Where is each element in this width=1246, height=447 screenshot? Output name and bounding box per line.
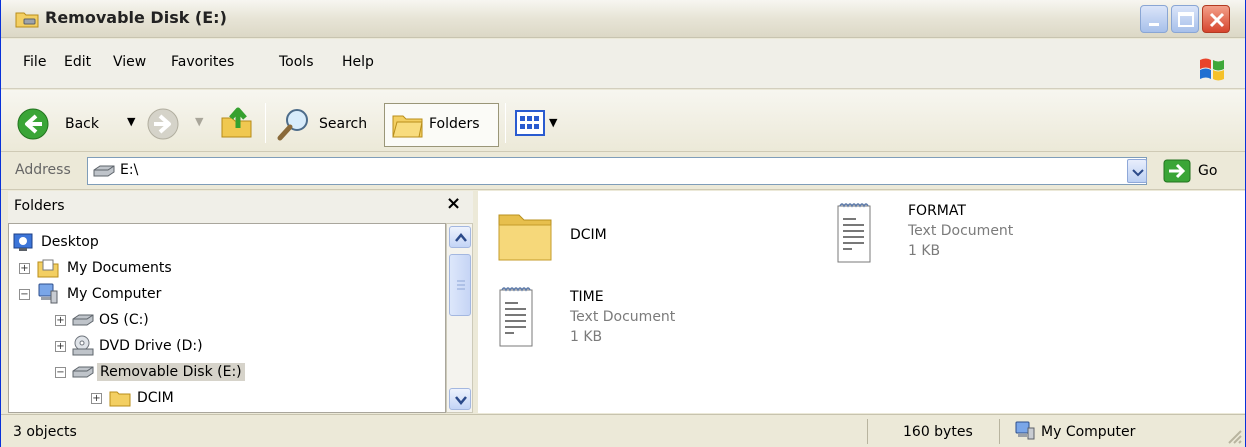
- status-bar: 3 objects 160 bytes My Computer: [1, 414, 1245, 447]
- file-name: FORMAT: [908, 203, 966, 219]
- folder-tree: Desktop + My Documents − My Computer + O…: [8, 223, 446, 413]
- file-name: TIME: [570, 289, 604, 305]
- explorer-window: Removable Disk (E:) File Edit View Favor…: [0, 0, 1246, 447]
- tree-label: OS (C:): [99, 312, 149, 328]
- dvd-drive-icon: [72, 335, 94, 356]
- scroll-thumb[interactable]: [449, 254, 471, 316]
- collapse-toggle[interactable]: −: [55, 367, 66, 378]
- drive-folder-icon: [15, 12, 39, 28]
- address-value: E:\: [120, 162, 139, 178]
- collapse-toggle[interactable]: −: [19, 289, 30, 300]
- status-location: My Computer: [1041, 424, 1136, 440]
- expand-toggle[interactable]: +: [55, 315, 66, 326]
- file-name: DCIM: [570, 227, 607, 243]
- text-document-icon: [499, 287, 533, 347]
- forward-dropdown-icon[interactable]: ▼: [195, 115, 203, 128]
- removable-drive-icon: [93, 165, 115, 177]
- menu-help[interactable]: Help: [342, 54, 374, 70]
- scroll-up-button[interactable]: [449, 226, 471, 248]
- go-button-label[interactable]: Go: [1198, 163, 1217, 179]
- desktop-icon: [13, 233, 33, 251]
- search-label: Search: [319, 116, 368, 132]
- file-item-time[interactable]: TIME Text Document 1 KB: [496, 285, 736, 355]
- folder-tree-scrollbar[interactable]: [446, 223, 473, 413]
- menu-tools[interactable]: Tools: [279, 54, 314, 70]
- address-label: Address: [15, 162, 71, 178]
- file-item-dcim[interactable]: DCIM: [496, 205, 696, 269]
- status-size: 160 bytes: [903, 424, 973, 440]
- folder-icon: [109, 391, 131, 407]
- file-item-format[interactable]: FORMAT Text Document 1 KB: [834, 201, 1074, 271]
- close-pane-icon[interactable]: ×: [446, 193, 461, 214]
- search-icon: [277, 109, 308, 141]
- tree-label: My Documents: [67, 260, 172, 276]
- menu-edit[interactable]: Edit: [64, 54, 91, 70]
- removable-drive-icon: [72, 366, 94, 378]
- back-arrow-icon: [17, 108, 49, 140]
- minimize-button[interactable]: [1140, 5, 1168, 33]
- menu-bar: File Edit View Favorites Tools Help: [1, 39, 1245, 89]
- file-type: Text Document: [570, 309, 676, 325]
- tree-label: My Computer: [67, 286, 162, 302]
- folders-label: Folders: [429, 116, 480, 132]
- address-bar: Address E:\ Go: [1, 152, 1245, 190]
- tree-label: Desktop: [41, 234, 99, 250]
- address-dropdown-button[interactable]: [1127, 159, 1147, 183]
- expand-toggle[interactable]: +: [55, 341, 66, 352]
- views-dropdown-icon[interactable]: ▼: [549, 116, 557, 129]
- hard-drive-icon: [72, 314, 94, 326]
- folders-button[interactable]: Folders: [384, 103, 499, 147]
- expand-toggle[interactable]: +: [91, 393, 102, 404]
- forward-button[interactable]: ▼: [147, 106, 207, 142]
- address-input[interactable]: E:\: [87, 157, 1147, 185]
- back-dropdown-icon[interactable]: ▼: [127, 115, 135, 128]
- resize-grip-icon[interactable]: [1225, 427, 1243, 445]
- file-size: 1 KB: [570, 329, 603, 345]
- status-object-count: 3 objects: [13, 424, 77, 440]
- window-title: Removable Disk (E:): [45, 8, 227, 27]
- text-document-icon: [837, 203, 871, 263]
- up-folder-icon[interactable]: [220, 106, 254, 140]
- my-computer-icon: [38, 283, 58, 304]
- back-label: Back: [65, 116, 99, 132]
- folders-pane-header: Folders ×: [8, 191, 473, 223]
- folders-icon: [392, 115, 423, 138]
- views-button[interactable]: ▼: [515, 110, 567, 138]
- search-button[interactable]: Search: [277, 104, 373, 144]
- close-button[interactable]: [1202, 5, 1230, 33]
- go-arrow-icon[interactable]: [1163, 159, 1191, 183]
- menu-view[interactable]: View: [113, 54, 146, 70]
- windows-logo-icon: [1200, 58, 1224, 81]
- scroll-down-button[interactable]: [449, 388, 471, 410]
- folders-pane-title: Folders: [14, 198, 65, 214]
- maximize-button[interactable]: [1171, 5, 1199, 33]
- tree-label: DCIM: [137, 390, 174, 406]
- expand-toggle[interactable]: +: [19, 263, 30, 274]
- my-computer-icon: [1015, 421, 1035, 440]
- file-size: 1 KB: [908, 243, 941, 259]
- menu-favorites[interactable]: Favorites: [171, 54, 234, 70]
- menu-file[interactable]: File: [23, 54, 46, 70]
- folder-icon: [498, 214, 552, 261]
- file-type: Text Document: [908, 223, 1014, 239]
- my-documents-icon: [37, 259, 59, 278]
- tree-label: DVD Drive (D:): [99, 338, 203, 354]
- title-bar[interactable]: Removable Disk (E:): [1, 0, 1245, 38]
- back-button[interactable]: Back ▼: [17, 104, 139, 144]
- tree-label-selected: Removable Disk (E:): [97, 363, 245, 381]
- forward-arrow-icon: [147, 108, 179, 140]
- views-grid-icon: [515, 110, 545, 136]
- file-view: DCIM FORMAT Text Document 1 KB TIME Text…: [478, 191, 1245, 413]
